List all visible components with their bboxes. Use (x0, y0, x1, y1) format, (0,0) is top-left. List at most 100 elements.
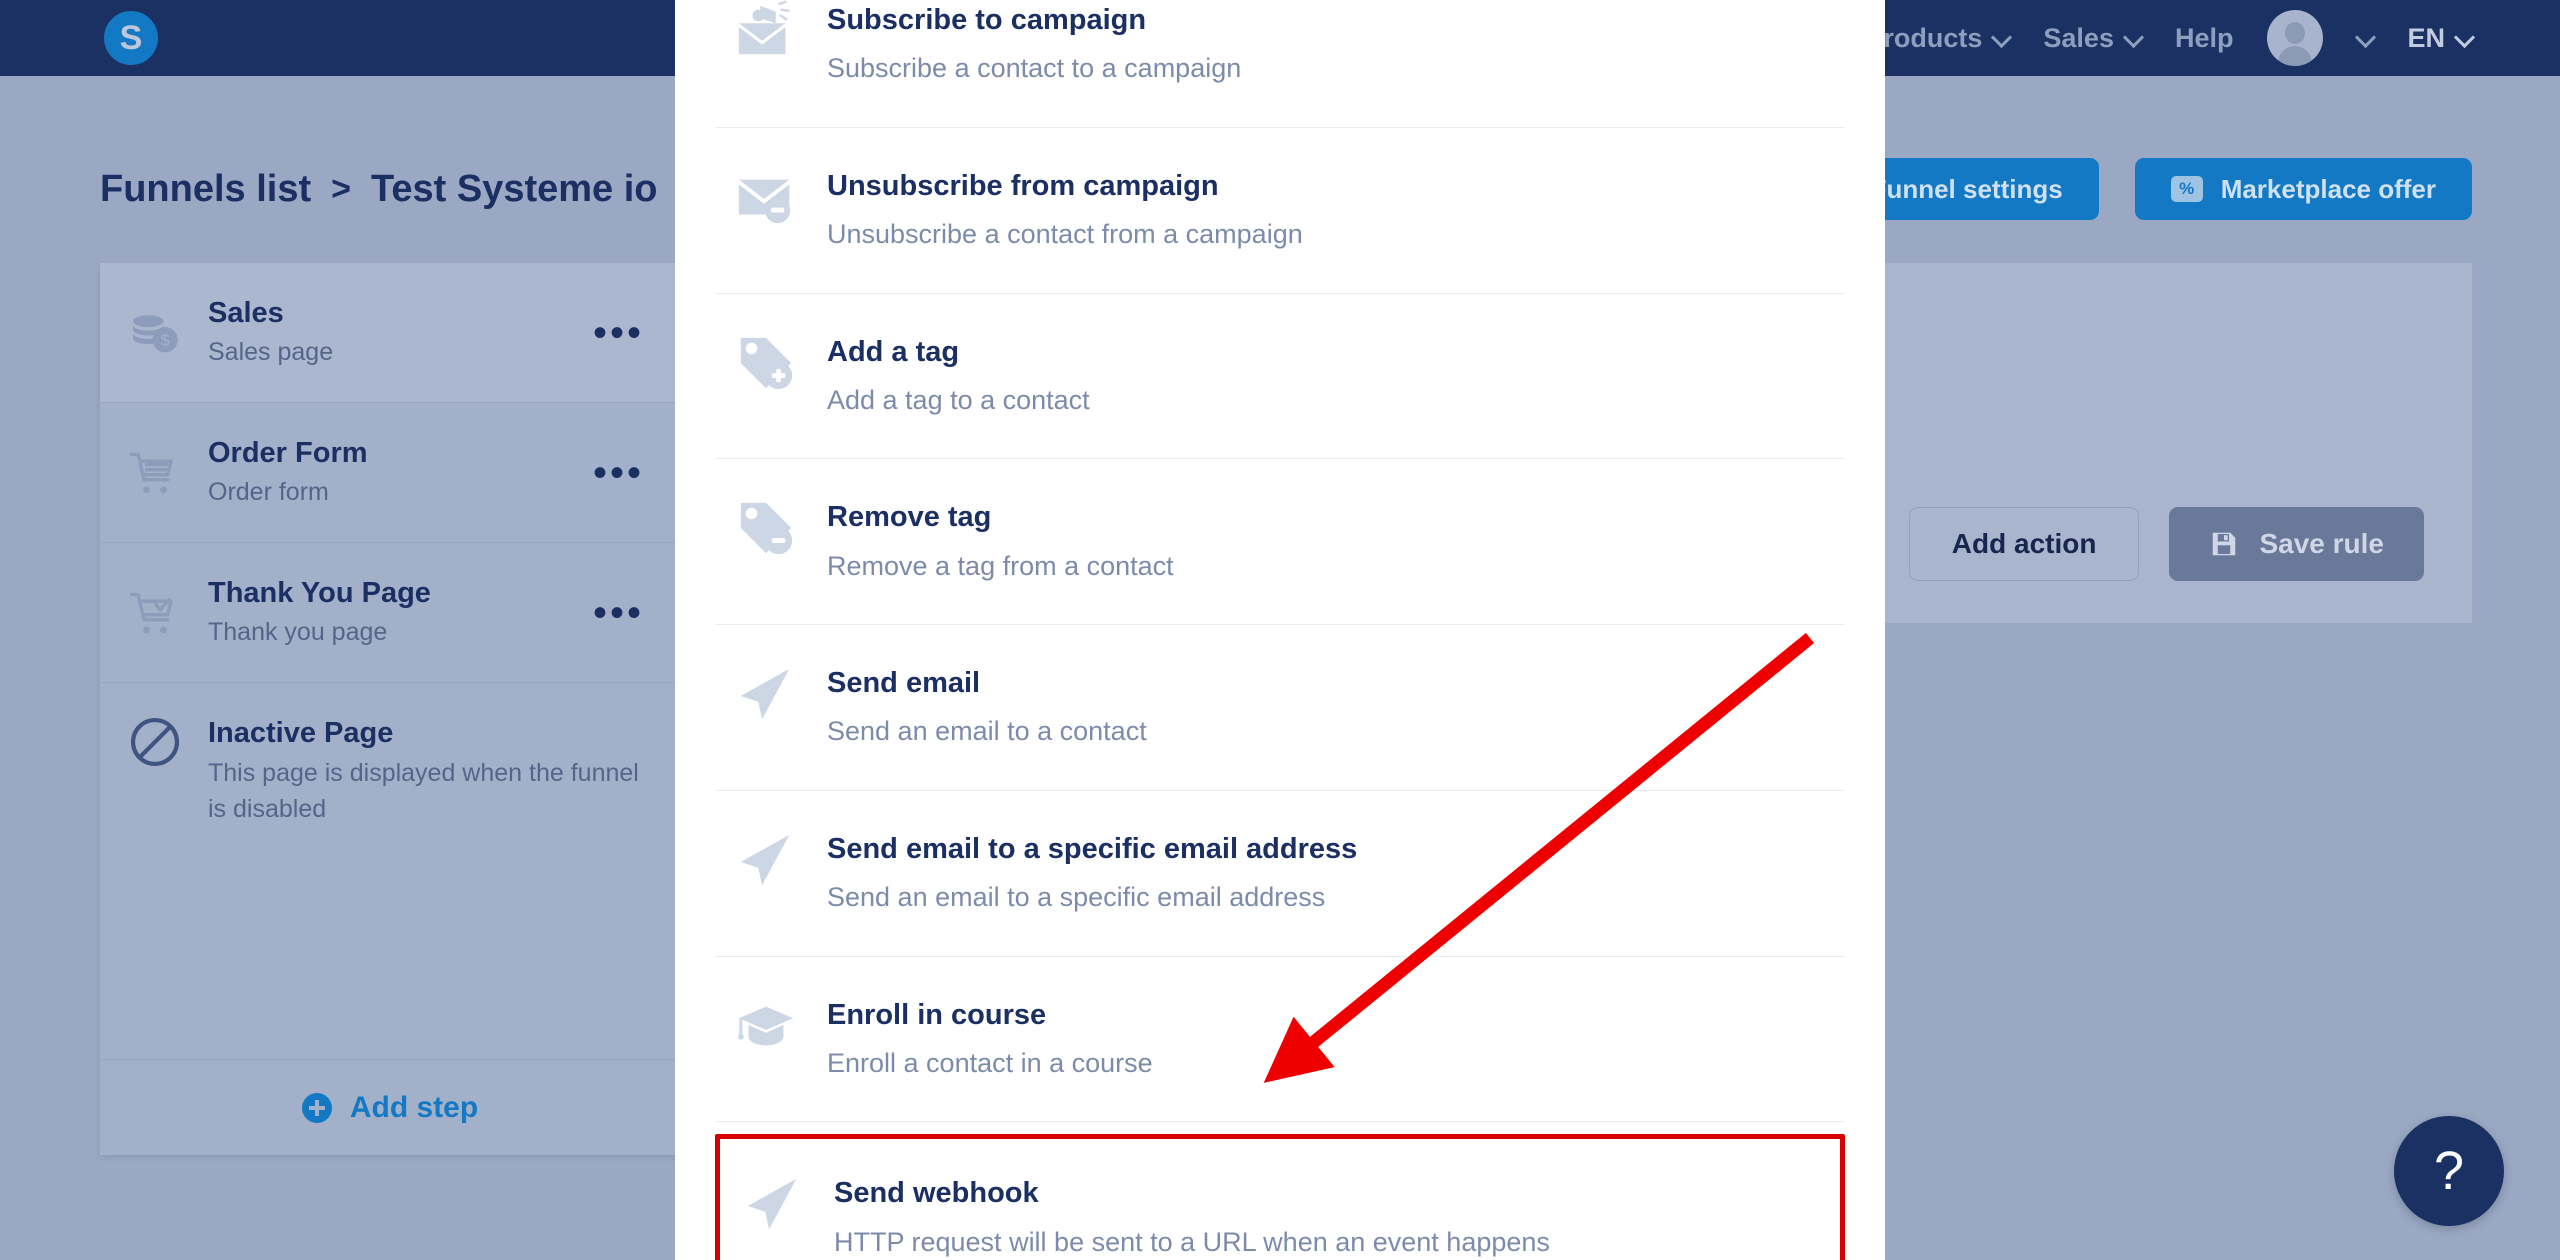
add-action-button[interactable]: Add action (1908, 507, 2140, 581)
funnel-step-order-form[interactable]: Order Form Order form ••• (100, 403, 680, 543)
funnel-step-title: Order Form (208, 436, 368, 469)
no-entry-icon (128, 715, 182, 769)
language-label: EN (2407, 22, 2445, 53)
marketplace-offer-button[interactable]: % Marketplace offer (2134, 158, 2472, 220)
floppy-disk-icon (2209, 529, 2239, 559)
step-menu-icon[interactable]: ••• (593, 453, 644, 493)
plus-circle-icon (301, 1092, 332, 1123)
add-action-label: Add action (1951, 528, 2097, 559)
save-rule-button[interactable]: Save rule (2169, 507, 2424, 581)
funnel-step-subtitle: Order form (208, 478, 329, 507)
screenshot-root: S Products Sales Help EN Funnels list > … (0, 0, 2560, 1260)
funnel-step-text: Thank You Page Thank you page (208, 575, 567, 651)
action-item-subtitle: Unsubscribe a contact from a campaign (827, 219, 1303, 249)
funnel-step-text: Order Form Order form (208, 435, 567, 511)
action-item-text: Unsubscribe from campaign Unsubscribe a … (827, 166, 1825, 255)
breadcrumb: Funnels list > Test Systeme io (100, 168, 658, 211)
chevron-down-icon (2125, 30, 2141, 46)
funnel-step-sales[interactable]: $ Sales Sales page ••• (100, 263, 680, 403)
funnel-step-title: Thank You Page (208, 576, 431, 609)
action-item-text: Enroll in course Enroll a contact in a c… (827, 995, 1825, 1084)
action-item-subtitle: Enroll a contact in a course (827, 1047, 1153, 1078)
action-item-send-email-specific-address[interactable]: Send email to a specific email address S… (715, 791, 1845, 957)
paper-plane-icon (735, 829, 797, 891)
cart-icon (128, 446, 182, 500)
funnel-steps-panel: $ Sales Sales page ••• Order Form Order … (100, 263, 680, 1155)
nav-item-help[interactable]: Help (2175, 23, 2234, 54)
nav-label-help: Help (2174, 22, 2234, 53)
save-rule-label: Save rule (2259, 528, 2384, 559)
language-selector[interactable]: EN (2407, 23, 2472, 54)
action-item-title: Send webhook (834, 1177, 1039, 1210)
action-item-unsubscribe-from-campaign[interactable]: Unsubscribe from campaign Unsubscribe a … (715, 128, 1845, 294)
funnel-step-text: Sales Sales page (208, 295, 567, 371)
funnel-step-subtitle: Thank you page (208, 618, 388, 647)
funnel-step-title: Inactive Page (208, 717, 394, 749)
cart-check-icon (128, 586, 182, 640)
avatar[interactable] (2267, 10, 2324, 66)
rule-action-buttons: Add action Save rule (1908, 507, 2424, 581)
chevron-down-icon (2456, 30, 2472, 46)
nav-item-products[interactable]: Products (1865, 23, 2009, 54)
nav-label-sales: Sales (2043, 22, 2114, 53)
action-item-text: Send webhook HTTP request will be sent t… (834, 1173, 1820, 1260)
marketplace-offer-label: Marketplace offer (2220, 173, 2436, 204)
systeme-logo[interactable]: S (104, 11, 158, 65)
help-button[interactable]: ? (2394, 1116, 2504, 1226)
action-item-subtitle: Remove a tag from a contact (827, 550, 1174, 581)
svg-text:$: $ (161, 331, 170, 349)
action-item-send-webhook[interactable]: Send webhook HTTP request will be sent t… (715, 1134, 1845, 1260)
paper-plane-icon (735, 663, 797, 725)
add-step-label: Add step (349, 1090, 479, 1124)
action-item-title: Subscribe to campaign (827, 4, 1147, 36)
step-menu-icon[interactable]: ••• (593, 593, 644, 633)
envelope-minus-icon (735, 166, 797, 228)
action-list: Subscribe to campaign Subscribe a contac… (675, 0, 1885, 1260)
funnel-settings-label: Funnel settings (1870, 173, 2063, 204)
header-action-buttons: Funnel settings % Marketplace offer (1834, 158, 2472, 220)
action-item-enroll-in-course[interactable]: Enroll in course Enroll a contact in a c… (715, 957, 1845, 1123)
action-item-subtitle: Send an email to a specific email addres… (827, 882, 1326, 912)
action-item-subtitle: HTTP request will be sent to a URL when … (834, 1226, 1550, 1257)
action-item-title: Remove tag (827, 501, 992, 534)
funnel-step-title: Sales (208, 296, 284, 329)
action-item-title: Enroll in course (827, 998, 1047, 1031)
breadcrumb-separator: > (331, 170, 351, 208)
action-item-subtitle: Subscribe a contact to a campaign (827, 53, 1242, 84)
action-item-title: Send email (827, 667, 981, 699)
chevron-down-icon (1993, 30, 2009, 46)
action-item-text: Remove tag Remove a tag from a contact (827, 497, 1825, 586)
breadcrumb-funnels-list[interactable]: Funnels list (100, 168, 311, 211)
step-menu-icon[interactable]: ••• (593, 313, 644, 353)
chevron-down-icon[interactable] (2357, 30, 2373, 46)
help-question-icon: ? (2433, 1141, 2465, 1201)
funnel-step-subtitle: Sales page (208, 338, 334, 367)
percent-tag-icon: % (2170, 176, 2203, 202)
funnel-step-thank-you-page[interactable]: Thank You Page Thank you page ••• (100, 543, 680, 683)
action-item-send-email[interactable]: Send email Send an email to a contact (715, 625, 1845, 791)
tag-plus-icon (735, 332, 797, 394)
action-item-title: Unsubscribe from campaign (827, 169, 1219, 202)
action-item-subtitle: Add a tag to a contact (827, 384, 1090, 415)
coins-icon: $ (128, 306, 182, 360)
logo-letter: S (119, 19, 143, 57)
top-nav-items: Products Sales Help EN (1865, 10, 2472, 66)
paper-plane-icon (742, 1173, 804, 1235)
action-item-subtitle: Send an email to a contact (827, 716, 1147, 747)
action-item-remove-tag[interactable]: Remove tag Remove a tag from a contact (715, 459, 1845, 625)
funnel-step-text: Inactive Page This page is displayed whe… (208, 715, 644, 827)
action-item-text: Send email Send an email to a contact (827, 663, 1825, 752)
action-picker-modal: Subscribe to campaign Subscribe a contac… (675, 0, 1885, 1260)
funnel-step-subtitle: This page is displayed when the funnel i… (208, 758, 639, 823)
action-item-text: Subscribe to campaign Subscribe a contac… (827, 0, 1825, 89)
funnel-step-inactive-page[interactable]: Inactive Page This page is displayed whe… (100, 683, 680, 861)
add-step-button[interactable]: Add step (100, 1059, 680, 1155)
tag-minus-icon (735, 497, 797, 559)
nav-item-sales[interactable]: Sales (2043, 23, 2141, 54)
action-item-add-a-tag[interactable]: Add a tag Add a tag to a contact (715, 294, 1845, 460)
breadcrumb-current: Test Systeme io (371, 168, 658, 210)
campaign-envelope-icon (735, 0, 797, 62)
action-item-subscribe-to-campaign[interactable]: Subscribe to campaign Subscribe a contac… (715, 0, 1845, 128)
action-item-title: Send email to a specific email address (827, 832, 1358, 865)
graduation-cap-icon (735, 995, 797, 1057)
